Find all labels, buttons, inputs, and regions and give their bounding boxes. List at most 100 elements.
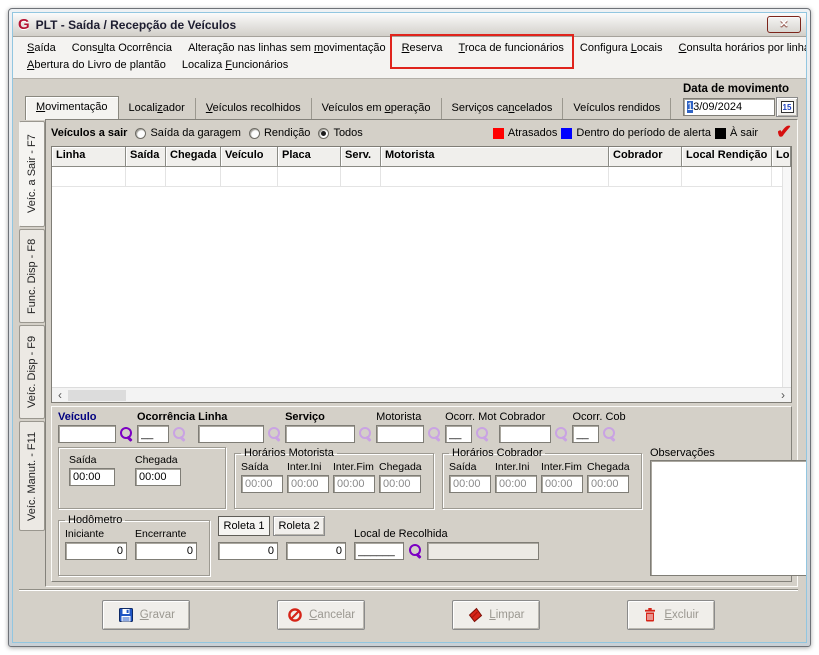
- menu-item-troca-funcionarios[interactable]: Troca de funcionários: [451, 41, 572, 55]
- column-header-placa[interactable]: Placa: [278, 147, 341, 167]
- saida-chegada-group: Saída Chegada: [58, 447, 226, 509]
- linha-input[interactable]: [198, 425, 265, 443]
- side-tab-veic-manut[interactable]: Veíc. Manut. - F11: [19, 421, 45, 531]
- cob-saida-input[interactable]: [449, 475, 491, 493]
- tab-servicos-cancelados[interactable]: Serviços cancelados: [442, 98, 564, 119]
- tab-veiculos-em-operacao[interactable]: Veículos em operação: [312, 98, 442, 119]
- roleta-1-button[interactable]: Roleta 1: [218, 516, 270, 536]
- roleta-1-input[interactable]: [218, 542, 278, 560]
- radio-rendicao[interactable]: Rendição: [248, 127, 310, 139]
- search-icon[interactable]: [602, 426, 617, 442]
- mot-inter-fim-input[interactable]: [333, 475, 375, 493]
- menu-item-consulta-ocorrencia[interactable]: Consulta Ocorrência: [64, 41, 180, 55]
- action-button-bar: Gravar Cancelar Limpar Excluir: [19, 589, 798, 637]
- search-icon[interactable]: [172, 426, 187, 442]
- column-header-veiculo[interactable]: Veículo: [221, 147, 278, 167]
- tab-veiculos-rendidos[interactable]: Veículos rendidos: [563, 98, 672, 119]
- column-header-local-rendicao[interactable]: Local Rendição: [682, 147, 772, 167]
- roleta-2-button[interactable]: Roleta 2: [273, 516, 325, 536]
- tab-veiculos-recolhidos[interactable]: Veículos recolhidos: [196, 98, 312, 119]
- column-header-linha[interactable]: Linha: [52, 147, 126, 167]
- search-icon[interactable]: [554, 426, 569, 442]
- search-icon[interactable]: [408, 543, 423, 559]
- saida-time-input[interactable]: [69, 468, 115, 486]
- close-button[interactable]: ✕: [767, 16, 801, 33]
- motorista-input[interactable]: [376, 425, 425, 443]
- menu-item-reserva[interactable]: Reserva: [394, 41, 451, 55]
- menu-item-consulta-horarios[interactable]: Consulta horários por linha: [671, 41, 807, 55]
- gravar-button[interactable]: Gravar: [102, 599, 191, 630]
- mot-saida-input[interactable]: [241, 475, 283, 493]
- mot-chegada-input[interactable]: [379, 475, 421, 493]
- observacoes-textarea[interactable]: [650, 460, 806, 576]
- cancelar-button[interactable]: Cancelar: [277, 599, 366, 630]
- column-header-loc[interactable]: Loc.: [772, 147, 791, 167]
- cob-chegada-input[interactable]: [587, 475, 629, 493]
- cobrador-label: Cobrador: [499, 411, 546, 423]
- hodometro-iniciante-input[interactable]: [65, 542, 127, 560]
- limpar-button[interactable]: Limpar: [451, 599, 540, 630]
- scroll-left-icon[interactable]: ‹: [52, 388, 68, 402]
- column-header-serv[interactable]: Serv.: [341, 147, 381, 167]
- menu-item-localiza-funcionarios[interactable]: Localiza Funcionários: [174, 58, 296, 72]
- roleta-2-input[interactable]: [286, 542, 346, 560]
- mot-inter-ini-input[interactable]: [287, 475, 329, 493]
- horarios-motorista-legend: Horários Motorista: [244, 447, 334, 459]
- side-tab-veic-disp[interactable]: Veíc. Disp - F9: [19, 325, 45, 419]
- chegada-time-input[interactable]: [135, 468, 181, 486]
- calendar-button[interactable]: 15: [776, 97, 798, 117]
- search-icon[interactable]: [119, 426, 134, 442]
- ocorr-cob-input[interactable]: [572, 425, 600, 443]
- search-icon[interactable]: [475, 426, 490, 442]
- search-icon[interactable]: [267, 426, 282, 442]
- scroll-right-icon[interactable]: ›: [775, 388, 791, 402]
- app-window: G PLT - Saída / Recepção de Veículos ✕ S…: [8, 8, 811, 647]
- close-icon: ✕: [779, 18, 789, 30]
- date-label: Data de movimento: [683, 83, 790, 95]
- search-icon[interactable]: [427, 426, 442, 442]
- hodometro-encerrante-input[interactable]: [135, 542, 197, 560]
- grid-horizontal-scrollbar[interactable]: ‹ ›: [52, 387, 791, 402]
- servico-input[interactable]: [285, 425, 356, 443]
- hodometro-legend: Hodômetro: [68, 514, 123, 526]
- menu-item-alteracao-linhas[interactable]: Alteração nas linhas sem movimentação: [180, 41, 394, 55]
- tab-movimentacao[interactable]: Movimentação: [25, 96, 119, 120]
- search-icon[interactable]: [358, 426, 373, 442]
- saida-label: Saída: [69, 454, 97, 466]
- local-recolhida-input[interactable]: [354, 542, 404, 560]
- menu-item-abertura-livro[interactable]: Abertura do Livro de plantão: [19, 58, 174, 72]
- veiculo-input[interactable]: [58, 425, 116, 443]
- ocorr-mot-input[interactable]: [445, 425, 473, 443]
- side-tab-strip: Veíc. a Sair - F7 Func. Disp - F8 Veíc. …: [19, 119, 45, 587]
- checkmark-icon: ✔: [776, 121, 792, 143]
- ocorrencia-input[interactable]: [137, 425, 169, 443]
- menu-item-configura-locais[interactable]: Configura Locais: [572, 41, 671, 55]
- menu-item-saida[interactable]: Saída: [19, 41, 64, 55]
- vehicles-grid: Linha Saída Chegada Veículo Placa Serv. …: [51, 146, 792, 403]
- column-header-motorista[interactable]: Motorista: [381, 147, 609, 167]
- menu-bar: Saída Consulta Ocorrência Alteração nas …: [13, 33, 807, 79]
- desktop: G PLT - Saída / Recepção de Veículos ✕ S…: [0, 0, 819, 655]
- cob-inter-fim-input[interactable]: [541, 475, 583, 493]
- column-header-cobrador[interactable]: Cobrador: [609, 147, 682, 167]
- app-logo-icon: G: [18, 16, 30, 33]
- movement-date-input[interactable]: 1 3/09/2024: [683, 98, 775, 116]
- grid-vertical-scrollbar[interactable]: [782, 167, 791, 387]
- local-recolhida-label: Local de Recolhida: [354, 528, 448, 540]
- excluir-button[interactable]: Excluir: [626, 599, 715, 630]
- radio-todos[interactable]: Todos: [318, 127, 363, 139]
- side-tab-veic-a-sair[interactable]: Veíc. a Sair - F7: [19, 121, 45, 227]
- tab-localizador[interactable]: Localizador: [119, 98, 196, 119]
- scrollbar-thumb[interactable]: [68, 389, 126, 401]
- column-header-chegada[interactable]: Chegada: [166, 147, 221, 167]
- cob-inter-ini-input[interactable]: [495, 475, 537, 493]
- column-header-saida[interactable]: Saída: [126, 147, 166, 167]
- cobrador-input[interactable]: [499, 425, 552, 443]
- radio-selected-icon: [318, 127, 330, 139]
- motorista-label: Motorista: [376, 411, 422, 423]
- record-form: Veículo Ocorrência L: [51, 406, 806, 582]
- radio-saida-garagem[interactable]: Saída da garagem: [135, 127, 241, 139]
- eraser-icon: [469, 607, 483, 622]
- linha-label: Linha: [198, 411, 228, 423]
- side-tab-func-disp[interactable]: Func. Disp - F8: [19, 229, 45, 323]
